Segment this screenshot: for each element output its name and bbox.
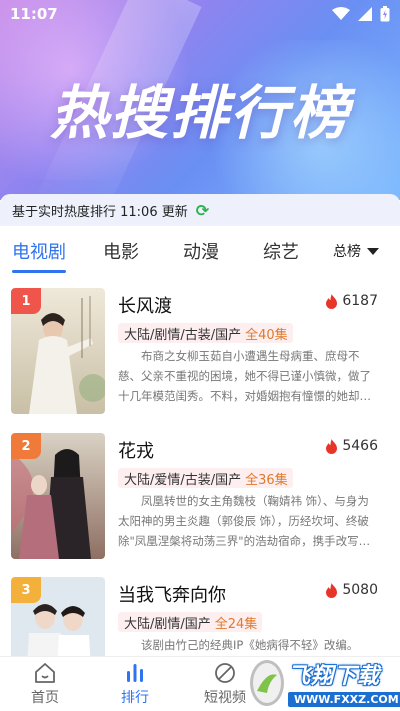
update-bar: 基于实时热度排行 11:06 更新 ⟳	[0, 194, 400, 226]
rank-badge: 2	[11, 433, 41, 459]
status-time: 11:07	[10, 5, 58, 23]
watermark-logo-icon	[250, 659, 284, 706]
status-bar: 11:07	[0, 0, 400, 28]
tag-line: 大陆/爱情/古装/国产 全36集	[118, 468, 293, 488]
heat-value: 5466	[342, 438, 378, 454]
ranking-icon	[127, 664, 143, 682]
item-description: 该剧由竹己的经典IP《她病得不轻》改编。	[141, 638, 359, 652]
item-description: 凤凰转世的女主角魏枝（鞠婧祎 饰）、与身为太阳神的男主炎趣（郭俊辰 饰），历经坎…	[118, 494, 371, 548]
short-video-icon	[215, 663, 235, 683]
tag-line: 大陆/剧情/古装/国产 全40集	[118, 323, 293, 343]
category-text: 大陆/剧情/国产	[124, 616, 211, 632]
poster-image: 1	[11, 288, 105, 414]
home-icon	[35, 663, 55, 683]
heat-score: 5466	[325, 438, 378, 454]
watermark-text: 飞翔下载	[288, 664, 381, 689]
rank-badge: 1	[11, 288, 41, 314]
watermark: 飞翔下载 WWW.FXXZ.COM	[250, 654, 400, 711]
status-icons	[332, 6, 390, 22]
battery-icon	[380, 6, 390, 22]
tab-anime[interactable]: 动漫	[183, 238, 219, 264]
category-tabs: 电视剧 电影 动漫 综艺 总榜	[0, 226, 400, 276]
item-title[interactable]: 长风渡	[118, 292, 172, 318]
rank-badge: 3	[11, 577, 41, 603]
update-text: 基于实时热度排行 11:06 更新	[12, 204, 188, 220]
nav-ranking[interactable]: 排行	[90, 657, 180, 711]
rank-dropdown-label: 总榜	[333, 244, 361, 260]
episodes-text: 全36集	[245, 472, 288, 488]
item-title[interactable]: 当我飞奔向你	[118, 581, 226, 607]
wifi-icon	[332, 7, 350, 20]
episodes-text: 全40集	[245, 327, 288, 343]
tab-tv-series[interactable]: 电视剧	[12, 238, 66, 273]
flame-icon	[326, 582, 338, 598]
list-item[interactable]: 2 花戎 5466 大陆/爱情/古装/国产 全36集 凤凰转世的女主角魏枝（鞠婧…	[0, 433, 400, 568]
hero-title: 热搜排行榜	[49, 79, 350, 147]
nav-home[interactable]: 首页	[0, 657, 90, 711]
heat-value: 6187	[342, 293, 378, 309]
item-title[interactable]: 花戎	[118, 437, 154, 463]
poster-image: 2	[11, 433, 105, 559]
list-item[interactable]: 1 长风渡 6187 大陆/剧情/古装/国产 全40集 布商之女柳玉茹自小遭遇生…	[0, 288, 400, 423]
item-description: 布商之女柳玉茹自小遭遇生母病重、庶母不慈、父亲不重视的困境，她不得已谨小慎微，做…	[118, 349, 371, 403]
nav-short-video-label: 短视频	[204, 690, 246, 706]
tab-movies[interactable]: 电影	[103, 238, 139, 264]
heat-score: 5080	[325, 582, 378, 598]
nav-ranking-label: 排行	[121, 690, 149, 706]
tag-line: 大陆/剧情/国产 全24集	[118, 612, 263, 632]
category-text: 大陆/剧情/古装/国产	[124, 327, 242, 343]
category-text: 大陆/爱情/古装/国产	[124, 472, 242, 488]
rank-dropdown[interactable]: 总榜	[333, 241, 379, 261]
watermark-url: WWW.FXXZ.COM	[288, 692, 400, 707]
flame-icon	[326, 438, 338, 454]
signal-icon	[358, 7, 372, 21]
nav-home-label: 首页	[31, 690, 59, 706]
episodes-text: 全24集	[214, 616, 258, 632]
heat-value: 5080	[342, 582, 378, 598]
heat-score: 6187	[325, 293, 378, 309]
caret-down-icon	[367, 247, 379, 255]
tab-variety[interactable]: 综艺	[263, 238, 299, 264]
flame-icon	[326, 293, 338, 309]
refresh-icon[interactable]: ⟳	[196, 201, 209, 220]
